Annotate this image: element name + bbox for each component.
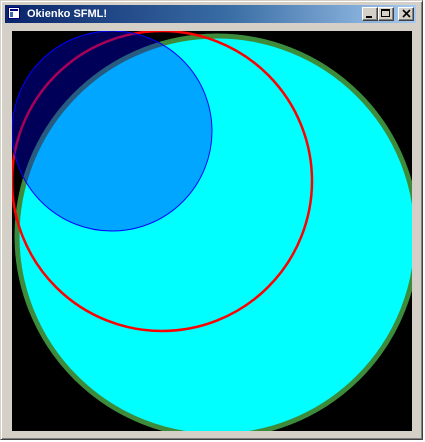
close-icon <box>402 9 411 18</box>
window-title: Okienko SFML! <box>27 8 108 20</box>
title-bar[interactable]: Okienko SFML! <box>5 5 416 23</box>
minimize-button[interactable] <box>362 7 378 21</box>
window-app-icon[interactable] <box>8 7 20 19</box>
sfml-window: Okienko SFML! <box>0 0 423 440</box>
maximize-icon <box>381 9 390 17</box>
blue-translucent-circle <box>12 31 213 232</box>
render-canvas[interactable] <box>12 31 412 431</box>
scene-svg <box>12 31 412 431</box>
minimize-icon <box>366 16 372 18</box>
close-button[interactable] <box>398 7 414 21</box>
maximize-button[interactable] <box>378 7 394 21</box>
